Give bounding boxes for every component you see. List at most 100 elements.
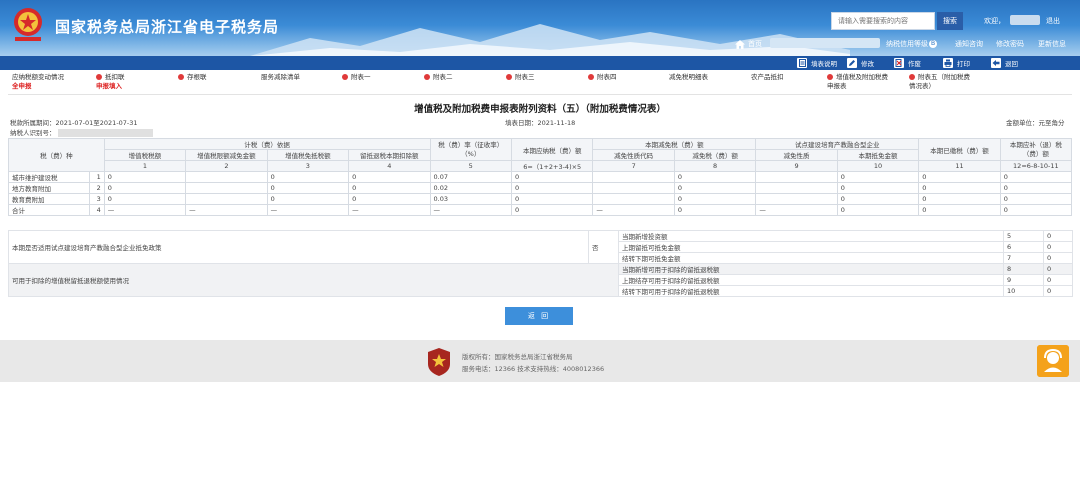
row-number: 1 — [89, 171, 105, 183]
toolbar-instructions-button[interactable]: 填表说明 — [797, 56, 837, 70]
cell-vat-relief[interactable] — [185, 193, 268, 205]
sub-item-value[interactable]: 0 — [1043, 285, 1073, 297]
status-dot-icon — [424, 74, 430, 80]
attachment-tab-label: 服务减除清单 — [261, 73, 300, 81]
table-row: 教育费附加 3 0 0 0 0.03 0 0 0 0 0 — [7, 193, 1073, 205]
toolbar-print-button[interactable]: 打印 — [943, 56, 970, 70]
cell-vat-relief[interactable] — [185, 182, 268, 194]
cell-vat-exempt[interactable]: 0 — [266, 193, 350, 205]
site-footer — [0, 340, 1080, 382]
attachment-tab-schedule-2[interactable]: 附表二 — [424, 73, 453, 82]
toolbar-back-button[interactable]: 退回 — [991, 56, 1018, 70]
sub-item-label: 当期新增投资额 — [618, 230, 1004, 242]
attachment-tab-service-list[interactable]: 服务减除清单 — [261, 73, 300, 82]
attachment-tab-label: 附表五（附加税费 — [918, 73, 970, 81]
cell-due: 0 — [999, 204, 1073, 216]
column-number: 8 — [673, 160, 757, 172]
status-dot-icon — [506, 74, 512, 80]
toolbar-edit-button[interactable]: 修改 — [847, 56, 874, 70]
cell-pilot-code[interactable] — [755, 171, 838, 183]
cell-vat[interactable]: 0 — [103, 193, 187, 205]
subheader-refund: 留抵退税本期扣除额 — [348, 149, 431, 161]
cell-payable: 0 — [510, 204, 594, 216]
attachment-tab-stub[interactable]: 存根联 — [178, 73, 207, 82]
cell-relief-code[interactable] — [592, 171, 675, 183]
cell-relief-amount[interactable]: 0 — [673, 193, 757, 205]
attachment-tab-agri-deduction[interactable]: 农产品抵扣 — [751, 73, 784, 82]
cell-refund[interactable]: 0 — [348, 182, 431, 194]
cell-due: 0 — [999, 193, 1073, 205]
attachment-tab-label: 附表四 — [597, 73, 617, 81]
footer-copyright: 版权所有：国家税务总局浙江省税务局 — [462, 353, 573, 361]
column-number: 3 — [266, 160, 350, 172]
attachment-tab-schedule-5[interactable]: 附表五（附加税费 情况表） — [909, 73, 970, 91]
cell-relief-amount: 0 — [673, 204, 757, 216]
pilot-policy-answer[interactable]: 否 — [588, 230, 619, 264]
nav-change-password[interactable]: 修改密码 — [996, 38, 1024, 50]
cell-vat[interactable]: 0 — [103, 171, 187, 183]
toolbar-instructions-label: 填表说明 — [811, 60, 837, 68]
row-number: 3 — [89, 193, 105, 205]
row-tax-name: 地方教育附加 — [7, 182, 91, 194]
search-button[interactable]: 搜索 — [937, 12, 963, 30]
nav-update-info[interactable]: 更新信息 — [1038, 38, 1066, 50]
cell-pilot-code[interactable] — [755, 193, 838, 205]
cell-vat[interactable]: 0 — [103, 182, 187, 194]
pilot-policy-question: 本期是否适用试点建设培育产教融合型企业抵免政策 — [8, 230, 589, 264]
sub-item-value[interactable]: 0 — [1043, 241, 1073, 253]
cell-relief-code[interactable] — [592, 193, 675, 205]
sub-item-value[interactable]: 0 — [1043, 274, 1073, 286]
cell-pilot-code[interactable] — [755, 182, 838, 194]
return-button[interactable]: 返 回 — [505, 307, 573, 325]
cell-refund[interactable]: 0 — [348, 193, 431, 205]
cell-relief-amount[interactable]: 0 — [673, 171, 757, 183]
sub-item-number: 10 — [1003, 285, 1044, 297]
cell-vat-relief[interactable] — [185, 171, 268, 183]
cell-pilot-amount[interactable]: 0 — [836, 171, 920, 183]
cell-paid[interactable]: 0 — [918, 182, 1001, 194]
subheader-relief-amount: 减免税（费）额 — [673, 149, 757, 161]
cell-pilot-amount[interactable]: 0 — [836, 182, 920, 194]
search-input[interactable] — [831, 12, 935, 30]
cell-paid[interactable]: 0 — [918, 193, 1001, 205]
attachment-tab-main-return[interactable]: 增值税及附加税费 申报表 — [827, 73, 888, 91]
sub-item-number: 8 — [1003, 263, 1044, 275]
customer-service-icon[interactable] — [1037, 345, 1069, 377]
row-number: 2 — [89, 182, 105, 194]
taxpayer-id-label: 纳税人识别号： — [10, 129, 56, 137]
cell-relief-code[interactable] — [592, 182, 675, 194]
sub-item-number: 6 — [1003, 241, 1044, 253]
home-icon — [735, 39, 745, 49]
cell-relief-code: — — [592, 204, 675, 216]
attachment-tab-relief-detail[interactable]: 减免税明细表 — [669, 73, 708, 82]
row-tax-name: 教育费附加 — [7, 193, 91, 205]
cell-pilot-amount[interactable]: 0 — [836, 193, 920, 205]
column-number: 10 — [836, 160, 920, 172]
attachment-tab-schedule-3[interactable]: 附表三 — [506, 73, 535, 82]
attachment-tab-label: 附表二 — [433, 73, 453, 81]
sub-item-value[interactable]: 0 — [1043, 263, 1073, 275]
logout-link[interactable]: 退出 — [1046, 16, 1060, 26]
header-tax-type: 税（费）种 — [8, 138, 105, 172]
attachment-tab-schedule-4[interactable]: 附表四 — [588, 73, 617, 82]
attachment-tab-change[interactable]: 应纳税额变动情况 全申报 — [12, 73, 64, 91]
sub-item-value[interactable]: 0 — [1043, 252, 1073, 264]
sub-item-label: 上期留抵可抵免金额 — [618, 241, 1004, 253]
cell-vat-exempt[interactable]: 0 — [266, 182, 350, 194]
toolbar-back-label: 退回 — [1005, 60, 1018, 68]
cell-vat-exempt[interactable]: 0 — [266, 171, 350, 183]
cell-refund[interactable]: 0 — [348, 171, 431, 183]
nav-home[interactable]: 首页 — [735, 38, 762, 50]
toolbar-void-button[interactable]: 作废 — [894, 56, 921, 70]
sub-item-value[interactable]: 0 — [1043, 230, 1073, 242]
attachment-tab-schedule-1[interactable]: 附表一 — [342, 73, 371, 82]
nav-notify[interactable]: 通知咨询 — [955, 38, 983, 50]
cell-relief-amount[interactable]: 0 — [673, 182, 757, 194]
attachment-tab-deduction[interactable]: 抵扣联 申报填入 — [96, 73, 125, 91]
fill-date: 填表日期：2021-11-18 — [505, 119, 576, 127]
toolbar-edit-label: 修改 — [861, 60, 874, 68]
cell-paid[interactable]: 0 — [918, 171, 1001, 183]
printer-icon — [943, 58, 953, 68]
attachment-tab-label: 附表三 — [515, 73, 535, 81]
nav-credit[interactable]: 纳税信用等级 B — [886, 38, 937, 50]
